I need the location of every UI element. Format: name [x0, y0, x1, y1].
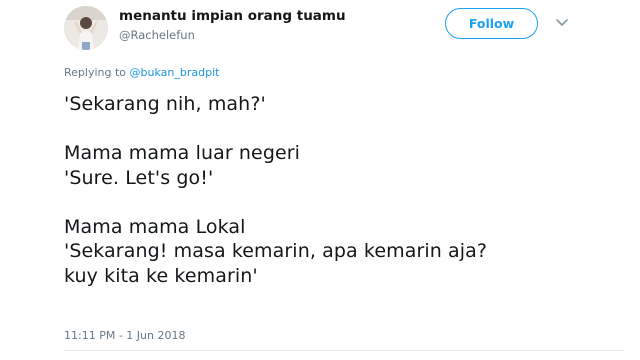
tweet-text-line: Mama mama Lokal [64, 215, 246, 238]
tweet-text: 'Sekarang nih, mah?' Mama mama luar nege… [64, 92, 624, 288]
author-display-name[interactable]: menantu impian orang tuamu [119, 8, 346, 24]
avatar[interactable] [64, 6, 108, 50]
tweet-text-gap [64, 190, 624, 215]
divider [64, 350, 624, 351]
reply-mention-link[interactable]: @bukan_bradpit [130, 66, 220, 79]
follow-button[interactable]: Follow [445, 8, 538, 39]
tweet-text-line: kuy kita ke kemarin' [64, 264, 258, 287]
chevron-down-icon[interactable] [554, 14, 570, 30]
reply-context: Replying to @bukan_bradpit [64, 66, 219, 79]
tweet-timestamp[interactable]: 11:11 PM - 1 Jun 2018 [64, 329, 185, 342]
tweet-text-line: 'Sure. Let's go!' [64, 166, 214, 189]
tweet-text-line: Mama mama luar negeri [64, 142, 301, 164]
tweet-text-line: 'Sekarang! masa kemarin, apa kemarin aja… [64, 240, 488, 262]
tweet-text-line: 'Sekarang nih, mah?' [64, 93, 266, 115]
tweet-text-gap [64, 117, 624, 142]
tweet-card: menantu impian orang tuamu @Rachelefun F… [0, 0, 640, 360]
reply-prefix: Replying to [64, 66, 127, 79]
author-handle[interactable]: @Rachelefun [119, 28, 195, 42]
